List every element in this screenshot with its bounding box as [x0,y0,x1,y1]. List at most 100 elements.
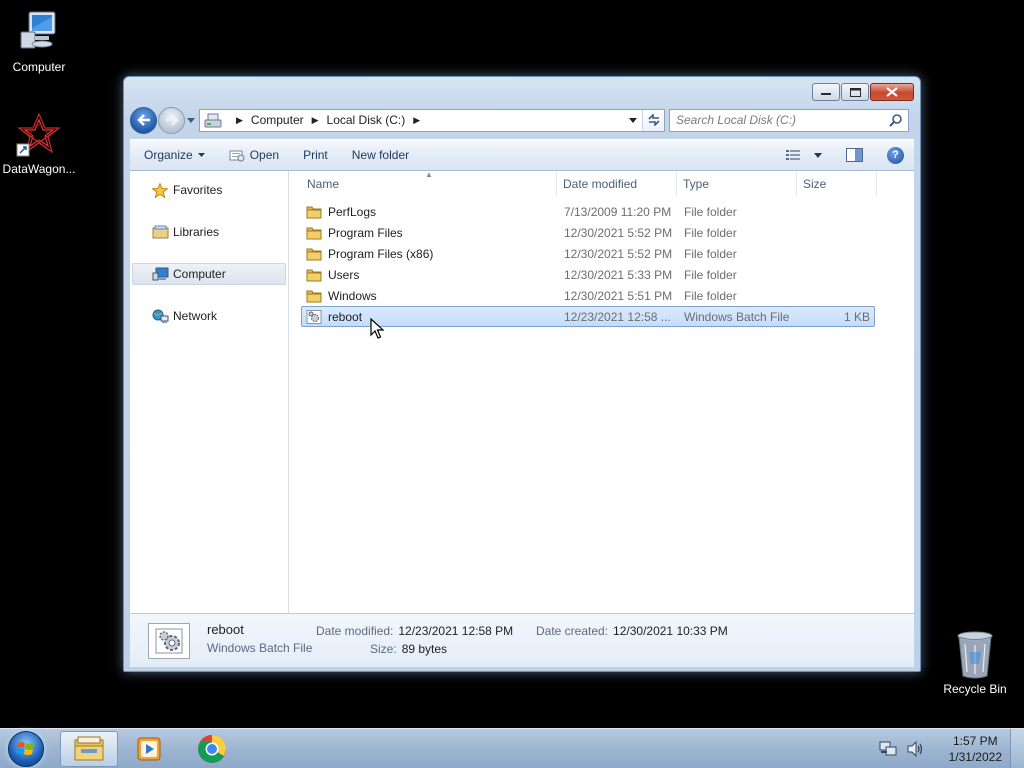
file-name-cell: Program Files (x86) [302,247,564,261]
preview-pane-button[interactable] [842,143,867,167]
batch-file-icon [306,309,328,324]
file-type: File folder [684,267,737,282]
nav-item-computer[interactable]: Computer [132,263,286,285]
file-row[interactable]: Windows 12/30/2021 5:51 PM File folder [301,285,875,306]
nav-item-label: Libraries [173,225,220,239]
nav-item-favorites[interactable]: Favorites [132,179,286,201]
clock-time: 1:57 PM [952,734,998,748]
maximize-button[interactable] [841,83,869,101]
chevron-down-icon [197,153,205,157]
details-date-created: Date created: 12/30/2021 10:33 PM [536,624,728,638]
taskbar-chrome[interactable] [183,731,241,767]
column-type[interactable]: Type [677,171,797,196]
sort-ascending-icon: ▲ [425,170,433,179]
preview-pane-icon [846,148,863,162]
file-row[interactable]: Program Files (x86) 12/30/2021 5:52 PM Fil… [301,243,875,264]
file-type: File folder [684,288,737,303]
file-list: ▲ Name Date modified Type Size PerfLogs 7… [289,170,914,613]
breadcrumb-arrow-icon[interactable]: ▶ [312,115,319,126]
print-button[interactable]: Print [291,140,340,170]
network-status-icon[interactable] [879,741,897,757]
star-icon [151,182,169,198]
column-date-modified[interactable]: Date modified [557,171,677,196]
folder-icon [306,247,328,261]
nav-item-label: Network [173,309,218,323]
breadcrumb-local-disk[interactable]: Local Disk (C:) [327,113,406,127]
view-details-icon [786,150,800,160]
computer-icon [151,266,169,282]
address-bar[interactable]: ▶ Computer ▶ Local Disk (C:) ▶ [199,108,665,132]
desktop-icon-datawagon[interactable]: DataWagon... [0,110,78,176]
help-button[interactable]: ? [883,143,908,167]
close-icon [886,87,898,97]
open-label: Open [249,148,280,162]
details-file-name: reboot [207,622,244,637]
minimize-button[interactable] [812,83,840,101]
back-button[interactable] [130,106,157,134]
file-row[interactable]: reboot 12/23/2021 12:58 ... Windows Batch … [301,306,875,327]
file-row[interactable]: Program Files 12/30/2021 5:52 PM File fold… [301,222,875,243]
details-value: 12/30/2021 10:33 PM [613,624,728,638]
show-desktop-button[interactable] [1010,729,1024,768]
refresh-button[interactable] [642,109,664,131]
navigation-bar: ▶ Computer ▶ Local Disk (C:) ▶ [130,106,914,134]
open-button[interactable]: Open [217,140,291,170]
search-box[interactable] [669,108,909,132]
refresh-icon [647,114,660,126]
recent-pages-dropdown[interactable] [185,110,197,130]
breadcrumb-arrow-icon[interactable]: ▶ [413,115,420,126]
file-row[interactable]: PerfLogs 7/13/2009 11:20 PM File folder [301,201,875,222]
batch-file-icon [148,623,190,659]
file-name: Program Files (x86) [328,246,434,261]
change-view-button[interactable] [782,143,806,167]
file-type: File folder [684,204,737,219]
forward-button[interactable] [158,106,185,134]
organize-button[interactable]: Organize [130,140,217,170]
close-button[interactable] [870,83,914,101]
nav-item-network[interactable]: Network [132,305,286,327]
explorer-window: ▶ Computer ▶ Local Disk (C:) ▶ Organize [123,76,921,672]
open-icon [229,150,245,162]
print-label: Print [303,148,328,162]
taskbar-media-player[interactable] [120,731,178,767]
details-label: Date modified: [316,624,394,638]
file-date-modified: 12/30/2021 5:52 PM [564,225,673,240]
file-name: Windows [328,288,377,303]
view-options-dropdown[interactable] [810,143,826,167]
windows-logo-icon [8,731,44,767]
recycle-bin-icon [955,630,995,680]
column-headers: ▲ Name Date modified Type Size [289,170,914,197]
volume-icon[interactable] [907,741,925,757]
file-size: 1 KB [843,309,870,324]
file-explorer-icon [74,736,104,761]
organize-label: Organize [144,148,193,162]
breadcrumb-arrow-icon[interactable]: ▶ [236,115,243,126]
chrome-icon [198,735,226,763]
folder-icon [306,205,328,219]
details-pane: reboot Windows Batch File Date modified:… [130,613,914,667]
details-file-type: Windows Batch File [207,641,313,655]
forward-arrow-icon [165,114,179,126]
taskbar-file-explorer[interactable] [60,731,118,767]
new-folder-button[interactable]: New folder [340,140,421,170]
column-size[interactable]: Size [797,171,877,196]
file-row[interactable]: Users 12/30/2021 5:33 PM File folder [301,264,875,285]
file-date-modified: 12/23/2021 12:58 ... [564,309,671,324]
search-input[interactable] [676,113,889,127]
search-icon[interactable] [889,113,902,127]
desktop-icon-label: Computer [12,60,66,74]
desktop-icon-computer[interactable]: Computer [0,8,78,74]
network-icon [151,308,169,324]
breadcrumb-computer[interactable]: Computer [251,113,304,127]
address-history-dropdown[interactable] [626,110,640,131]
file-name: Users [328,267,360,282]
desktop-icon-recycle-bin[interactable]: Recycle Bin [940,630,1010,696]
start-button[interactable] [4,730,48,768]
column-name[interactable]: Name [289,171,557,196]
file-name-cell: PerfLogs [302,205,564,219]
folder-icon [306,226,328,240]
window-controls [812,83,914,101]
clock[interactable]: 1:57 PM 1/31/2022 [949,733,1002,765]
content-area: Favorites Libraries Computer Network ▲ N… [130,170,914,613]
nav-item-libraries[interactable]: Libraries [132,221,286,243]
